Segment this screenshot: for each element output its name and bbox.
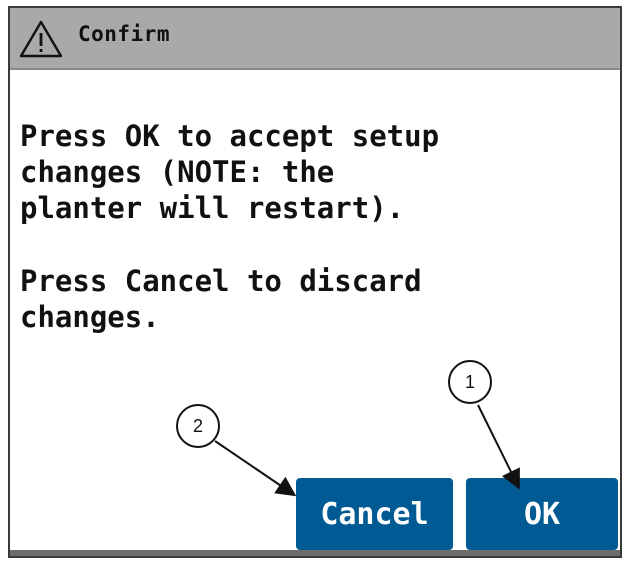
cancel-button[interactable]: Cancel	[296, 478, 453, 550]
warning-triangle-icon	[19, 20, 63, 58]
dialog-bottom-bar	[10, 550, 620, 556]
ok-button[interactable]: OK	[466, 478, 618, 550]
message-accept: Press OK to accept setup changes (NOTE: …	[20, 119, 440, 225]
callout-2: 2	[176, 404, 220, 448]
callout-1: 1	[448, 360, 492, 404]
dialog-titlebar: Confirm	[10, 8, 620, 70]
dialog-title: Confirm	[78, 22, 171, 46]
message-discard: Press Cancel to discard changes.	[20, 264, 422, 334]
confirm-dialog: Confirm Press OK to accept setup changes…	[8, 6, 622, 558]
